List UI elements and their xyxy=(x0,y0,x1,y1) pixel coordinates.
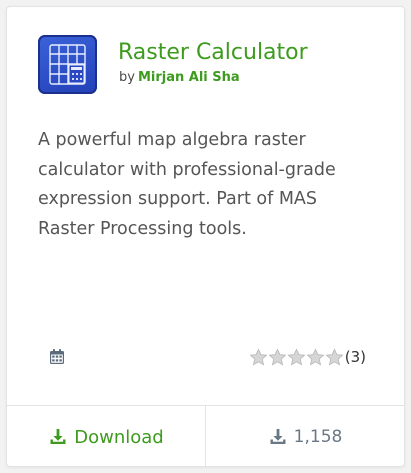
plugin-card: Raster Calculator by Mirjan Ali Sha A pow… xyxy=(6,6,405,467)
star-empty-icon xyxy=(306,348,325,365)
download-label: Download xyxy=(74,426,164,448)
rating: (3) xyxy=(249,346,366,368)
download-button[interactable]: Download xyxy=(7,406,205,466)
plugin-header: Raster Calculator by Mirjan Ali Sha xyxy=(38,35,378,95)
plugin-description: A powerful map algebra raster calculator… xyxy=(38,130,336,239)
raster-grid-calculator-icon[interactable] xyxy=(38,35,97,94)
star-empty-icon xyxy=(268,348,287,365)
download-icon xyxy=(50,429,66,444)
star-empty-icon xyxy=(287,348,306,365)
rating-count: (3) xyxy=(344,348,366,366)
download-count: 1,158 xyxy=(293,427,343,447)
plugin-byline: by Mirjan Ali Sha xyxy=(119,70,240,85)
star-empty-icon xyxy=(249,348,268,365)
download-count-stat: 1,158 xyxy=(205,406,404,466)
star-empty-icon xyxy=(325,348,344,365)
plugin-title[interactable]: Raster Calculator xyxy=(118,40,308,65)
download-icon xyxy=(270,429,286,444)
calendar-icon xyxy=(47,347,67,367)
by-prefix: by xyxy=(119,70,135,85)
author-link[interactable]: Mirjan Ali Sha xyxy=(138,70,240,85)
card-footer: Download 1,158 xyxy=(7,405,404,466)
